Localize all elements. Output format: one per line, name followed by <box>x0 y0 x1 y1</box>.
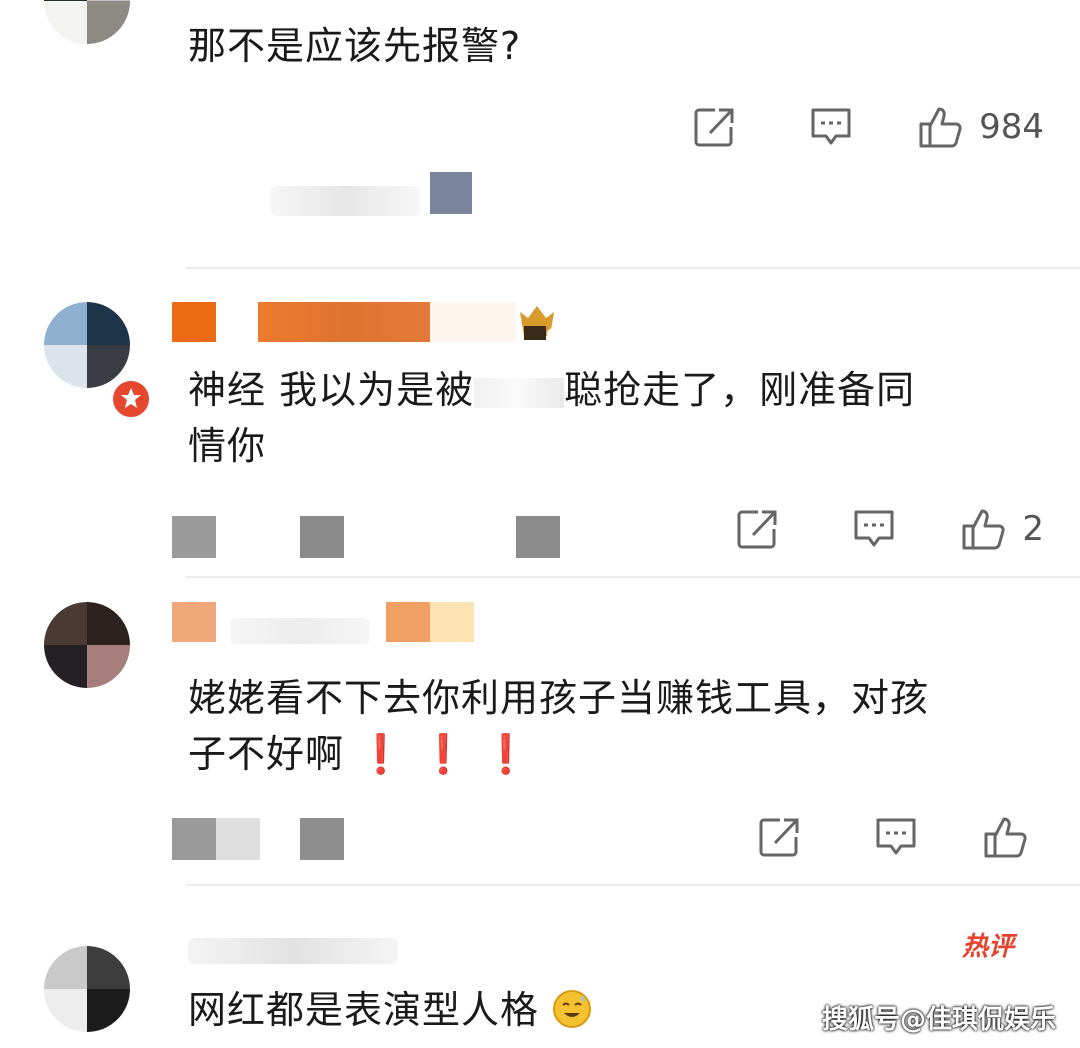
share-icon[interactable] <box>728 508 788 550</box>
thumbs-up-icon[interactable] <box>917 104 965 150</box>
redacted-username <box>430 302 516 342</box>
redacted-username <box>172 602 216 642</box>
avatar[interactable] <box>44 946 130 1032</box>
avatar[interactable] <box>44 302 130 388</box>
share-icon[interactable] <box>685 106 745 148</box>
comment-text: 神经 我以为是被 聪抢走了，刚准备同 情你 <box>188 362 1028 474</box>
comment-2: 6 神经 我以为是被 聪抢走了，刚准备同 情你 2 <box>0 270 1080 578</box>
thumbs-up-icon[interactable] <box>960 506 1008 552</box>
thumbs-up-icon[interactable] <box>982 814 1030 860</box>
redacted-username <box>386 602 430 642</box>
redacted-meta <box>172 516 216 558</box>
divider <box>186 267 1080 269</box>
avatar[interactable] <box>44 602 130 688</box>
like-count: 984 <box>979 107 1044 147</box>
redacted-name <box>474 377 565 408</box>
comment-text: 网红都是表演型人格 <box>188 982 592 1038</box>
redacted-username <box>230 618 370 644</box>
redacted-username <box>188 938 398 964</box>
comment-text-part: 网红都是表演型人格 <box>188 988 540 1032</box>
comment-3: 姥姥看不下去你利用孩子当赚钱工具，对孩 子不好啊 ❗ ❗ ❗ <box>0 578 1080 886</box>
comment-icon[interactable] <box>844 508 904 550</box>
comment-text-part: 姥姥看不下去你利用孩子当赚钱工具，对孩 <box>188 676 930 720</box>
redacted-meta <box>300 516 344 558</box>
share-icon[interactable] <box>750 816 810 858</box>
comment-actions: 2 <box>728 506 1044 552</box>
verified-badge-icon <box>110 378 152 420</box>
comment-text: 姥姥看不下去你利用孩子当赚钱工具，对孩 子不好啊 ❗ ❗ ❗ <box>188 670 1048 782</box>
redacted-meta <box>516 516 560 558</box>
watermark: 搜狐号@佳琪侃娱乐 <box>821 1005 1056 1035</box>
svg-text:6: 6 <box>546 325 557 344</box>
comment-text-part: 子不好啊 <box>188 732 345 776</box>
avatar[interactable] <box>44 0 130 44</box>
comment-text-part: 情你 <box>188 424 267 468</box>
redacted-meta <box>172 818 216 860</box>
redacted-username <box>172 302 216 342</box>
redacted-meta <box>430 172 472 214</box>
comment-text-part: 聪抢走了，刚准备同 <box>564 368 916 412</box>
like-count: 2 <box>1022 509 1044 549</box>
exclamation-marks: ❗ ❗ ❗ <box>357 732 531 776</box>
comment-actions <box>750 814 1044 860</box>
comment-text-part: 神经 我以为是被 <box>188 368 475 412</box>
redacted-meta <box>216 818 260 860</box>
comment-actions: 984 <box>685 104 1044 150</box>
comment-icon[interactable] <box>866 816 926 858</box>
level-badge-icon: 6 <box>516 300 562 344</box>
comment-icon[interactable] <box>801 106 861 148</box>
comment-1: 那不是应该先报警? 984 <box>0 0 1080 270</box>
redacted-username <box>258 302 430 342</box>
redacted-meta <box>300 818 344 860</box>
hot-comment-badge: 热评 <box>962 932 1015 962</box>
redacted-meta-text <box>270 186 420 216</box>
sweat-smile-emoji-icon <box>552 988 592 1028</box>
redacted-username <box>430 602 474 642</box>
comment-text: 那不是应该先报警? <box>188 24 522 68</box>
